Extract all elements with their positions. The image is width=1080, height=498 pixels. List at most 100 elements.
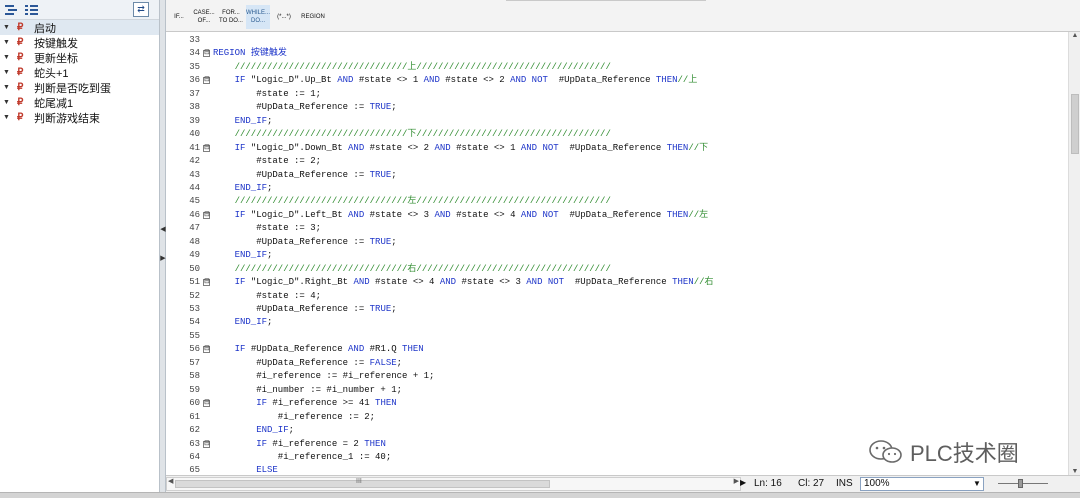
code-line[interactable]: 56 ⊟ IF #UpData_Reference AND #R1.Q THEN [166, 343, 1066, 356]
code-token: THEN [402, 344, 424, 355]
code-line[interactable]: 33 [166, 34, 1066, 47]
expand-triangle-icon[interactable]: ▼ [3, 114, 11, 121]
expand-triangle-icon[interactable]: ▼ [3, 39, 11, 46]
code-line[interactable]: 50 ////////////////////////////////右////… [166, 263, 1066, 276]
code-line[interactable]: 54 END_IF; [166, 316, 1066, 329]
code-line[interactable]: 37 #state := 1; [166, 88, 1066, 101]
line-number: 38 [189, 102, 200, 113]
code-token: IF [213, 142, 251, 153]
code-token: #state <> 3 [369, 209, 435, 220]
code-line[interactable]: 40 ////////////////////////////////下////… [166, 128, 1066, 141]
scroll-grip: III [356, 478, 362, 485]
code-token: #state := 1; [213, 88, 322, 99]
code-line[interactable]: 58 #i_reference := #i_reference + 1; [166, 370, 1066, 383]
collapse-block-icon[interactable]: ⊟ [203, 211, 210, 219]
code-line[interactable]: 61 #i_reference := 2; [166, 411, 1066, 424]
vertical-scroll-thumb[interactable] [1071, 94, 1079, 154]
code-line[interactable]: 34 ⊟ REGION 按键触发 [166, 47, 1066, 60]
code-line[interactable]: 59 #i_number := #i_number + 1; [166, 384, 1066, 397]
code-line[interactable]: 52 #state := 4; [166, 290, 1066, 303]
code-token: THEN [655, 75, 678, 86]
line-number: 46 [189, 209, 200, 220]
collapse-block-icon[interactable]: ⊟ [203, 50, 210, 58]
code-line[interactable]: 41 ⊟ IF "Logic_D".Down_Bt AND #state <> 2… [166, 142, 1066, 155]
tree-item[interactable]: ▼ ₽ 按键触发 [0, 35, 159, 50]
code-token: IF [213, 75, 251, 86]
tree-item[interactable]: ▼ ₽ 更新坐标 [0, 50, 159, 65]
expand-all-icon[interactable] [4, 3, 19, 16]
zoom-slider-track[interactable] [998, 479, 1048, 488]
toolbar-button[interactable]: REGION [298, 5, 328, 29]
code-line[interactable]: 53 #UpData_Reference := TRUE; [166, 303, 1066, 316]
collapse-block-icon[interactable]: ⊟ [203, 400, 210, 408]
scroll-up-icon[interactable]: ▲ [1069, 32, 1080, 39]
scroll-right-icon[interactable]: ▶ [734, 477, 739, 485]
code-line[interactable]: 55 [166, 330, 1066, 343]
toolbar-button[interactable]: CASE... OF... [192, 5, 216, 29]
tree-item[interactable]: ▼ ₽ 启动 [0, 20, 159, 35]
code-token: AND NOT [526, 277, 575, 288]
navigation-toolbar: ⇄ [0, 0, 159, 20]
toolbar-button[interactable]: (*...*) [274, 5, 294, 29]
code-line[interactable]: 60 ⊟ IF #i_reference >= 41 THEN [166, 397, 1066, 410]
collapse-block-icon[interactable]: ⊟ [203, 279, 210, 287]
code-line[interactable]: 47 #state := 3; [166, 222, 1066, 235]
toolbar-button[interactable]: IF... [170, 5, 188, 29]
collapse-block-icon[interactable]: ⊟ [203, 440, 210, 448]
horizontal-scrollbar[interactable]: ◀ III ▶ [166, 477, 741, 491]
code-line[interactable]: 38 #UpData_Reference := TRUE; [166, 101, 1066, 114]
code-text: IF "Logic_D".Left_Bt AND #state <> 3 AND… [213, 209, 709, 222]
code-line[interactable]: 46 ⊟ IF "Logic_D".Left_Bt AND #state <> 3… [166, 209, 1066, 222]
tree-item[interactable]: ▼ ₽ 蛇尾减1 [0, 95, 159, 110]
code-token: AND NOT [520, 142, 570, 153]
code-token: #i_reference := 2; [213, 411, 376, 422]
code-token: //上 [677, 75, 698, 86]
expand-triangle-icon[interactable]: ▼ [3, 99, 11, 106]
code-line[interactable]: 35 ////////////////////////////////上////… [166, 61, 1066, 74]
code-text: #state := 2; [213, 155, 321, 168]
line-number: 34 [189, 48, 200, 59]
code-view[interactable]: 33 34 ⊟ REGION 按键触发 35 /////////////////////… [166, 32, 1068, 475]
code-line[interactable]: 48 #UpData_Reference := TRUE; [166, 236, 1066, 249]
code-line[interactable]: 51 ⊟ IF "Logic_D".Right_Bt AND #state <> … [166, 276, 1066, 289]
collapse-block-icon[interactable]: ⊟ [203, 77, 210, 85]
status-arrow-icon[interactable]: ▶ [740, 478, 746, 487]
code-token: THEN [364, 438, 386, 449]
expand-triangle-icon[interactable]: ▼ [3, 84, 11, 91]
code-line[interactable]: 44 END_IF; [166, 182, 1066, 195]
scroll-down-icon[interactable]: ▼ [1069, 468, 1080, 475]
code-line[interactable]: 49 END_IF; [166, 249, 1066, 262]
code-line[interactable]: 36 ⊟ IF "Logic_D".Up_Bt AND #state <> 1 A… [166, 74, 1066, 87]
code-text: END_IF; [213, 115, 273, 128]
sync-navigation-button[interactable]: ⇄ [133, 2, 149, 17]
zoom-select[interactable]: 100% ▼ [860, 477, 984, 491]
code-token: AND [434, 142, 457, 153]
code-line[interactable]: 57 #UpData_Reference := FALSE; [166, 357, 1066, 370]
horizontal-scroll-thumb[interactable]: III [175, 478, 550, 488]
code-line[interactable]: 42 #state := 2; [166, 155, 1066, 168]
chevron-down-icon[interactable]: ▼ [971, 478, 983, 490]
tree-item[interactable]: ▼ ₽ 蛇头+1 [0, 65, 159, 80]
code-token: #UpData_Reference [558, 75, 656, 86]
toolbar-button[interactable]: FOR... TO DO... [219, 5, 243, 29]
toolbar-button[interactable]: WHILE... DO... [246, 5, 270, 29]
tree-item[interactable]: ▼ ₽ 判断是否吃到蛋 [0, 80, 159, 95]
zoom-slider-handle[interactable] [1018, 479, 1023, 488]
code-line[interactable]: 39 END_IF; [166, 115, 1066, 128]
code-line[interactable]: 43 #UpData_Reference := TRUE; [166, 169, 1066, 182]
collapse-all-icon[interactable] [24, 3, 39, 16]
collapse-block-icon[interactable]: ⊟ [203, 144, 210, 152]
vertical-scrollbar[interactable]: ▲ ▼ [1068, 32, 1080, 475]
collapse-block-icon[interactable]: ⊟ [203, 346, 210, 354]
expand-triangle-icon[interactable]: ▼ [3, 24, 11, 31]
code-text: #UpData_Reference := TRUE; [213, 236, 396, 249]
expand-triangle-icon[interactable]: ▼ [3, 54, 11, 61]
code-line[interactable]: 45 ////////////////////////////////左////… [166, 195, 1066, 208]
tree-item[interactable]: ▼ ₽ 判断游戏结束 [0, 110, 159, 125]
tree-item-label: 更新坐标 [34, 52, 78, 65]
code-token: THEN [375, 398, 397, 409]
expand-triangle-icon[interactable]: ▼ [3, 69, 11, 76]
scroll-left-icon[interactable]: ◀ [168, 477, 173, 485]
code-token: //下 [688, 142, 709, 153]
toolbar-button-label: WHILE... [246, 10, 271, 16]
